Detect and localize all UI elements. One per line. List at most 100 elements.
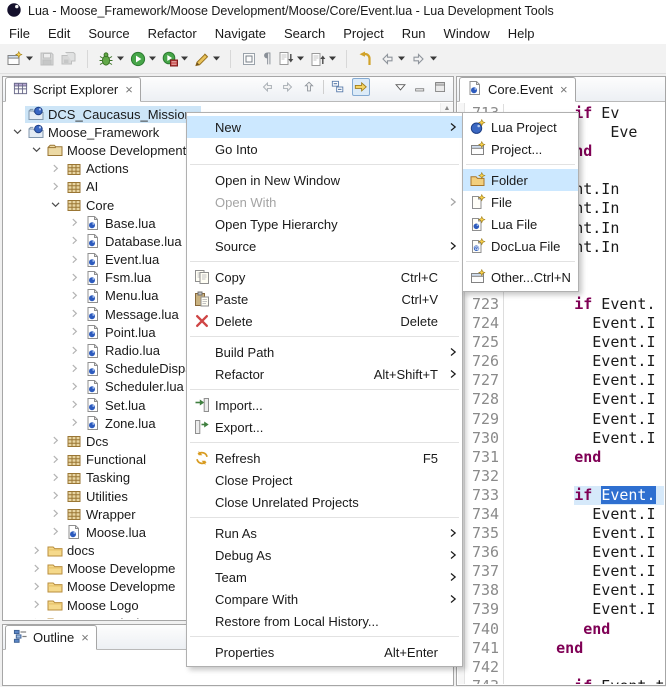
run-button[interactable] (127, 48, 159, 70)
view-back-button[interactable] (260, 80, 274, 94)
menu-item-open-in-new-window[interactable]: Open in New Window (187, 169, 462, 191)
menu-item-refactor[interactable]: RefactorAlt+Shift+T (187, 363, 462, 385)
menu-item-doclua-file[interactable]: @DocLua File (463, 235, 578, 257)
chevron-down-icon[interactable] (48, 198, 63, 212)
menubar-run[interactable]: Run (393, 24, 435, 43)
external-tools-button[interactable] (191, 48, 223, 70)
dropdown-arrow-icon[interactable] (329, 56, 336, 61)
up-button[interactable] (302, 80, 316, 94)
last-edit-location-button[interactable] (354, 48, 376, 70)
chevron-right-icon[interactable] (29, 544, 44, 558)
menu-item-compare-with[interactable]: Compare With (187, 588, 462, 610)
chevron-right-icon[interactable] (67, 253, 82, 267)
menu-item-copy[interactable]: CopyCtrl+C (187, 266, 462, 288)
chevron-right-icon[interactable] (29, 562, 44, 576)
chevron-right-icon[interactable] (67, 380, 82, 394)
chevron-right-icon[interactable] (29, 598, 44, 612)
menubar-file[interactable]: File (0, 24, 39, 43)
chevron-right-icon[interactable] (48, 453, 63, 467)
chevron-right-icon[interactable] (67, 362, 82, 376)
forward-button[interactable] (408, 48, 440, 70)
chevron-right-icon[interactable] (48, 489, 63, 503)
chevron-right-icon[interactable] (67, 416, 82, 430)
chevron-right-icon[interactable] (48, 162, 63, 176)
chevron-right-icon[interactable] (67, 398, 82, 412)
menu-item-import[interactable]: Import... (187, 394, 462, 416)
chevron-right-icon[interactable] (48, 507, 63, 521)
menu-item-project[interactable]: Project... (463, 138, 578, 160)
back-button[interactable] (376, 48, 408, 70)
chevron-right-icon[interactable] (48, 471, 63, 485)
menu-item-source[interactable]: Source (187, 235, 462, 257)
close-icon[interactable]: × (125, 82, 133, 97)
dropdown-arrow-icon[interactable] (398, 56, 405, 61)
menubar-window[interactable]: Window (435, 24, 499, 43)
prev-annotation-button[interactable] (307, 48, 339, 70)
chevron-right-icon[interactable] (67, 289, 82, 303)
dropdown-arrow-icon[interactable] (26, 56, 33, 61)
menu-item-close-project[interactable]: Close Project (187, 469, 462, 491)
next-annotation-button[interactable] (275, 48, 307, 70)
chevron-right-icon[interactable] (29, 616, 44, 619)
menubar-source[interactable]: Source (79, 24, 138, 43)
menu-item-close-unrelated-projects[interactable]: Close Unrelated Projects (187, 491, 462, 513)
menu-item-paste[interactable]: PasteCtrl+V (187, 288, 462, 310)
chevron-right-icon[interactable] (67, 234, 82, 248)
chevron-right-icon[interactable] (67, 271, 82, 285)
menu-item-other[interactable]: Other...Ctrl+N (463, 266, 578, 288)
menu-item-build-path[interactable]: Build Path (187, 341, 462, 363)
tab-script-explorer[interactable]: Script Explorer × (5, 77, 141, 102)
menubar-search[interactable]: Search (275, 24, 334, 43)
menu-item-run-as[interactable]: Run As (187, 522, 462, 544)
menu-item-export[interactable]: Export... (187, 416, 462, 438)
dropdown-arrow-icon[interactable] (430, 56, 437, 61)
maximize-button[interactable] (434, 81, 447, 94)
menu-item-go-into[interactable]: Go Into (187, 138, 462, 160)
menubar-refactor[interactable]: Refactor (139, 24, 206, 43)
tab-outline[interactable]: Outline × (5, 625, 97, 650)
scroll-up-icon[interactable]: ▲ (444, 105, 451, 112)
chevron-right-icon[interactable] (29, 580, 44, 594)
chevron-down-icon[interactable] (10, 125, 25, 139)
coverage-button[interactable] (159, 48, 191, 70)
menu-item-refresh[interactable]: RefreshF5 (187, 447, 462, 469)
chevron-right-icon[interactable] (67, 344, 82, 358)
chevron-right-icon[interactable] (48, 525, 63, 539)
menu-item-debug-as[interactable]: Debug As (187, 544, 462, 566)
menu-item-folder[interactable]: Folder (463, 169, 578, 191)
chevron-right-icon[interactable] (48, 434, 63, 448)
dropdown-arrow-icon[interactable] (149, 56, 156, 61)
menu-item-lua-file[interactable]: Lua File (463, 213, 578, 235)
menu-item-properties[interactable]: PropertiesAlt+Enter (187, 641, 462, 663)
chevron-right-icon[interactable] (67, 216, 82, 230)
chevron-right-icon[interactable] (67, 307, 82, 321)
menubar-edit[interactable]: Edit (39, 24, 79, 43)
mark-occurrences-button[interactable] (238, 48, 260, 70)
debug-button[interactable] (95, 48, 127, 70)
chevron-right-icon[interactable] (48, 180, 63, 194)
close-icon[interactable]: × (81, 630, 89, 645)
minimize-button[interactable] (414, 81, 427, 94)
chevron-down-icon[interactable] (29, 143, 44, 157)
menu-item-team[interactable]: Team (187, 566, 462, 588)
chevron-right-icon[interactable] (67, 325, 82, 339)
view-menu-button[interactable] (394, 81, 407, 94)
menu-item-file[interactable]: File (463, 191, 578, 213)
collapse-all-button[interactable] (331, 80, 345, 94)
menu-item-open-type-hierarchy[interactable]: Open Type Hierarchy (187, 213, 462, 235)
menu-item-lua-project[interactable]: Lua Project (463, 116, 578, 138)
dropdown-arrow-icon[interactable] (213, 56, 220, 61)
link-editor-button[interactable] (352, 78, 370, 96)
close-icon[interactable]: × (560, 82, 568, 97)
dropdown-arrow-icon[interactable] (297, 56, 304, 61)
dropdown-arrow-icon[interactable] (181, 56, 188, 61)
new-wizard-button[interactable] (4, 48, 36, 70)
menu-item-restore-from-local-history[interactable]: Restore from Local History... (187, 610, 462, 632)
menu-item-new[interactable]: New (187, 116, 462, 138)
menubar-help[interactable]: Help (499, 24, 544, 43)
menubar-navigate[interactable]: Navigate (206, 24, 275, 43)
view-forward-button[interactable] (281, 80, 295, 94)
menu-item-delete[interactable]: DeleteDelete (187, 310, 462, 332)
menubar-project[interactable]: Project (334, 24, 392, 43)
tab-core-event[interactable]: Core.Event × (459, 77, 576, 102)
